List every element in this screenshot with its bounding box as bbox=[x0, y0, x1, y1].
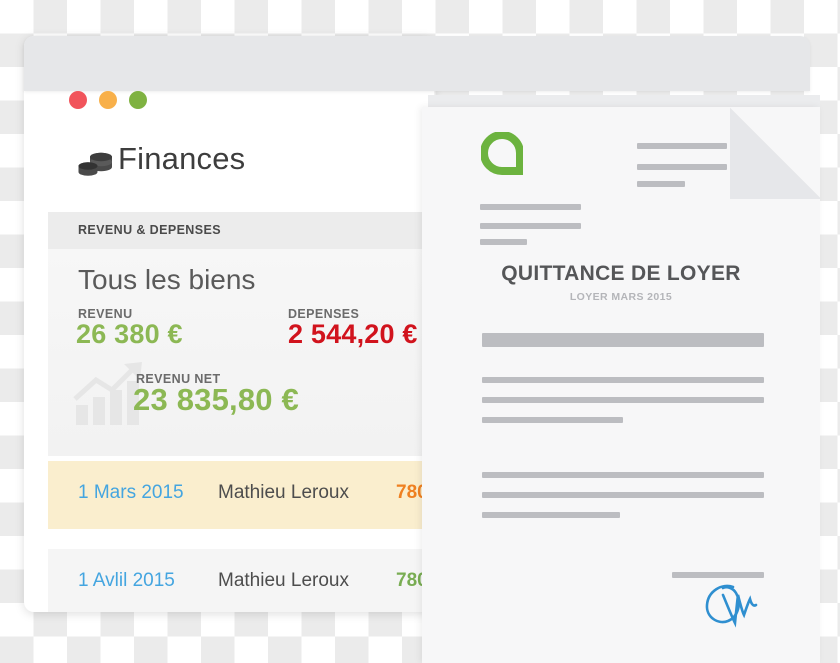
text-placeholder-line bbox=[480, 239, 527, 245]
text-placeholder-line bbox=[482, 492, 764, 498]
finances-panel: Finances REVENU & DEPENSES Tous les bien… bbox=[48, 127, 434, 612]
page-header: Finances bbox=[48, 127, 434, 212]
text-placeholder-line bbox=[482, 377, 764, 383]
text-placeholder-line bbox=[480, 223, 581, 229]
transaction-tenant: Mathieu Leroux bbox=[218, 570, 349, 591]
text-placeholder-line bbox=[480, 204, 581, 210]
handwritten-signature-icon bbox=[702, 579, 764, 633]
text-placeholder-line bbox=[482, 512, 620, 518]
maximize-button[interactable] bbox=[129, 91, 147, 109]
transaction-date[interactable]: 1 Avlil 2015 bbox=[78, 570, 175, 592]
rent-receipt-document[interactable]: QUITTANCE DE LOYER LOYER MARS 2015 bbox=[422, 107, 820, 663]
text-placeholder-line bbox=[482, 397, 764, 403]
summary-title: Tous les biens bbox=[78, 264, 256, 295]
text-placeholder-line bbox=[482, 417, 623, 423]
text-placeholder-line bbox=[637, 143, 727, 149]
close-button[interactable] bbox=[69, 91, 87, 109]
table-row[interactable]: 1 Mars 2015 Mathieu Leroux 780 € bbox=[48, 461, 434, 529]
green-a-logo-icon bbox=[480, 130, 524, 178]
coins-icon bbox=[78, 149, 114, 179]
page-title: Finances bbox=[118, 141, 246, 176]
revenu-value: 26 380 € bbox=[76, 319, 183, 349]
window-titlebar[interactable]: ♥ bbox=[24, 36, 810, 110]
row-divider bbox=[48, 529, 434, 549]
text-placeholder-block bbox=[482, 333, 764, 347]
signature-line-placeholder bbox=[672, 572, 764, 578]
minimize-button[interactable] bbox=[99, 91, 117, 109]
document-subtitle: LOYER MARS 2015 bbox=[569, 291, 673, 303]
transaction-date[interactable]: 1 Mars 2015 bbox=[78, 482, 184, 504]
section-header-label: REVENU & DEPENSES bbox=[78, 223, 221, 237]
text-placeholder-line bbox=[637, 181, 685, 187]
revenu-net-value: 23 835,80 € bbox=[133, 382, 299, 417]
section-header: REVENU & DEPENSES bbox=[48, 212, 434, 249]
text-placeholder-line bbox=[482, 472, 764, 478]
page-fold-corner bbox=[730, 107, 820, 199]
app-window: Finances REVENU & DEPENSES Tous les bien… bbox=[24, 36, 434, 612]
text-placeholder-line bbox=[637, 164, 727, 170]
transaction-tenant: Mathieu Leroux bbox=[218, 482, 349, 503]
summary-card: Tous les biens REVENU 26 380 € DEPENSES … bbox=[48, 249, 434, 456]
depenses-value: 2 544,20 € bbox=[288, 319, 418, 349]
document-title: QUITTANCE DE LOYER bbox=[501, 262, 741, 285]
table-row[interactable]: 1 Avlil 2015 Mathieu Leroux 780 € bbox=[48, 549, 434, 612]
